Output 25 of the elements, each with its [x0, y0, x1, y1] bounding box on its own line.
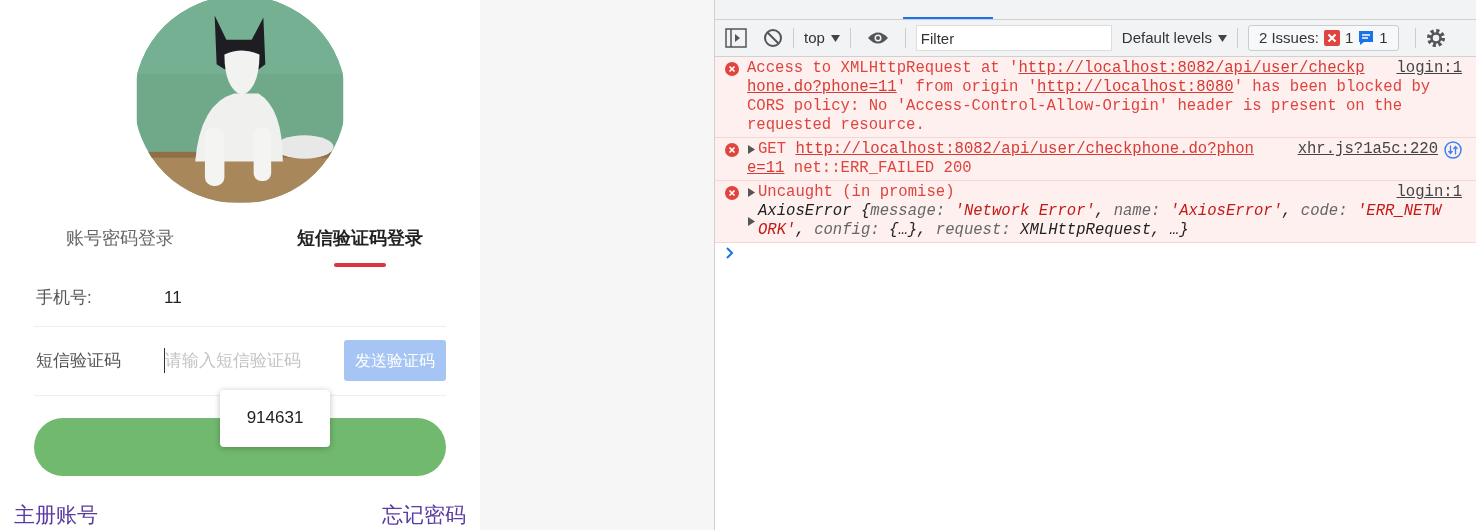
- property-name: config:: [814, 221, 881, 240]
- string-value: 'ERR_NETW: [1356, 202, 1442, 221]
- property-name: request:: [935, 221, 1012, 240]
- object-text: XMLHttpRequest, …}: [1020, 221, 1189, 240]
- field-label: 手机号:: [35, 287, 93, 310]
- message-text: ' from origin ': [896, 78, 1038, 97]
- object-text: {…},: [889, 221, 928, 240]
- message-text: requested resource.: [747, 116, 925, 135]
- property-name: name:: [1113, 202, 1162, 221]
- object-text: ,: [1282, 202, 1293, 221]
- object-text: ,: [795, 221, 806, 240]
- object-text: AxiosError {: [758, 202, 871, 221]
- property-name: message:: [870, 202, 947, 221]
- property-name: code:: [1300, 202, 1349, 221]
- message-text: CORS policy: No 'Access-Control-Allow-Origin' header is present on the: [747, 97, 1403, 116]
- string-value: ORK': [758, 221, 796, 240]
- string-value: 'Network Error': [954, 202, 1095, 221]
- object-text: ,: [1094, 202, 1106, 221]
- message-text: Uncaught (in promise): [758, 183, 955, 202]
- message-text: GET: [758, 140, 788, 159]
- message-text: ' has been blocked by: [1233, 78, 1431, 97]
- field-label: 短信验证码: [35, 349, 122, 372]
- message-text: Access to XMLHttpRequest at ': [747, 59, 1019, 78]
- string-value: 'AxiosError': [1169, 202, 1283, 221]
- message-text: net::ERR_FAILED 200: [792, 159, 972, 178]
